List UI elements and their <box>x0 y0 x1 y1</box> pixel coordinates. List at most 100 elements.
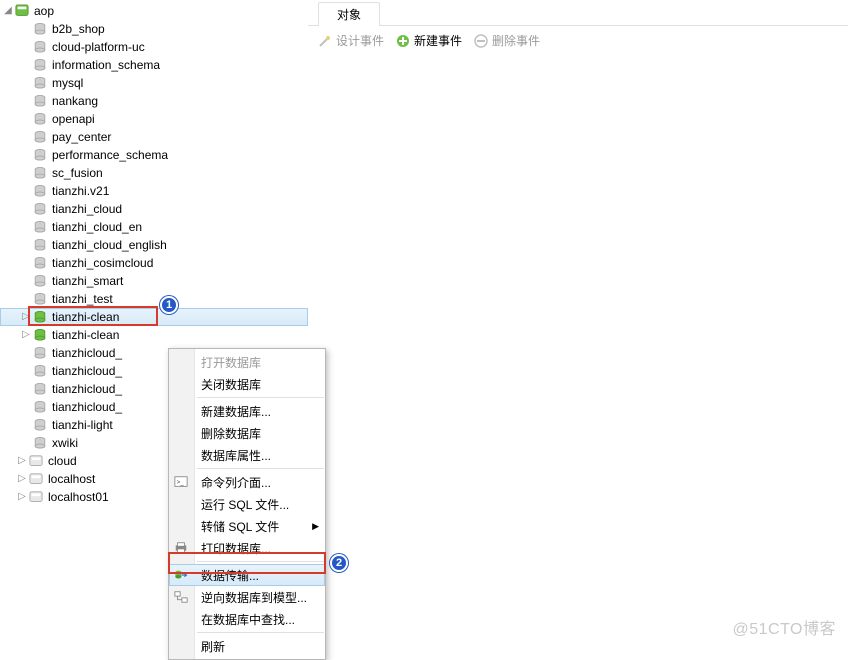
menu-close-database[interactable]: 关闭数据库 <box>169 373 325 395</box>
menu-item-label: 新建数据库... <box>201 403 271 420</box>
database-icon <box>32 130 48 144</box>
tab-objects[interactable]: 对象 <box>318 2 380 26</box>
database-node[interactable]: performance_schema <box>0 146 308 164</box>
database-icon <box>32 400 48 414</box>
database-node[interactable]: sc_fusion <box>0 164 308 182</box>
database-node[interactable]: tianzhi_cloud_english <box>0 236 308 254</box>
database-icon <box>32 346 48 360</box>
menu-item-label: 数据库属性... <box>201 447 271 464</box>
menu-find-in-database[interactable]: 在数据库中查找... <box>169 608 325 630</box>
expand-arrow-icon: ▷ <box>20 326 32 344</box>
connection-icon <box>28 472 44 486</box>
menu-item-label: 命令列介面... <box>201 474 271 491</box>
menu-reverse-to-model[interactable]: 逆向数据库到模型... <box>169 586 325 608</box>
database-icon <box>32 112 48 126</box>
expand-arrow-icon: ▷ <box>16 470 28 488</box>
database-icon <box>32 364 48 378</box>
tab-label: 对象 <box>337 8 361 22</box>
database-node[interactable]: tianzhi_smart <box>0 272 308 290</box>
database-icon <box>32 220 48 234</box>
database-icon <box>32 238 48 252</box>
database-node[interactable]: tianzhi_cloud_en <box>0 218 308 236</box>
database-label: pay_center <box>52 128 111 146</box>
menu-run-sql-file[interactable]: 运行 SQL 文件... <box>169 493 325 515</box>
database-label: tianzhi-clean <box>52 308 119 326</box>
database-label: tianzhi_smart <box>52 272 123 290</box>
menu-database-properties[interactable]: 数据库属性... <box>169 444 325 466</box>
database-node[interactable]: mysql <box>0 74 308 92</box>
database-node[interactable]: cloud-platform-uc <box>0 38 308 56</box>
menu-item-label: 逆向数据库到模型... <box>201 589 307 606</box>
toolbar-item-label: 设计事件 <box>336 32 384 49</box>
database-label: xwiki <box>52 434 78 452</box>
menu-item-label: 转储 SQL 文件 <box>201 518 279 535</box>
database-label: performance_schema <box>52 146 168 164</box>
database-icon <box>32 148 48 162</box>
connection-label: aop <box>34 2 54 20</box>
database-icon <box>32 292 48 306</box>
database-icon <box>32 184 48 198</box>
database-node[interactable]: nankang <box>0 92 308 110</box>
database-node[interactable]: tianzhi_cosimcloud <box>0 254 308 272</box>
database-node[interactable]: pay_center <box>0 128 308 146</box>
database-label: nankang <box>52 92 98 110</box>
expand-arrow-icon: ▷ <box>16 452 28 470</box>
database-icon <box>32 418 48 432</box>
database-context-menu: 打开数据库 关闭数据库 新建数据库... 删除数据库 数据库属性... >_ 命… <box>168 348 326 660</box>
database-node[interactable]: tianzhi_test <box>0 290 308 308</box>
menu-dump-sql-file[interactable]: 转储 SQL 文件 ▶ <box>169 515 325 537</box>
database-node[interactable]: openapi <box>0 110 308 128</box>
database-label: cloud-platform-uc <box>52 38 145 56</box>
database-label: tianzhi_cosimcloud <box>52 254 153 272</box>
database-icon <box>32 22 48 36</box>
database-label: tianzhi_test <box>52 290 113 308</box>
menu-refresh[interactable]: 刷新 <box>169 635 325 657</box>
menu-open-database[interactable]: 打开数据库 <box>169 351 325 373</box>
connection-tree: ◢ aop b2b_shopcloud-platform-ucinformati… <box>0 0 308 649</box>
svg-text:>_: >_ <box>177 479 185 486</box>
wand-icon <box>318 34 332 48</box>
toolbar-delete-event[interactable]: 删除事件 <box>474 32 540 49</box>
menu-separator <box>197 468 324 469</box>
data-transfer-icon <box>173 567 189 583</box>
object-tab-bar: 对象 <box>308 0 848 26</box>
menu-item-label: 打开数据库 <box>201 354 261 371</box>
menu-print-database[interactable]: 打印数据库... <box>169 537 325 559</box>
menu-separator <box>197 397 324 398</box>
database-icon <box>32 76 48 90</box>
menu-drop-database[interactable]: 删除数据库 <box>169 422 325 444</box>
database-label: openapi <box>52 110 95 128</box>
main-panel: 对象 设计事件 新建事件 删除事件 <box>308 0 848 649</box>
database-label: tianzhi-light <box>52 416 113 434</box>
database-node[interactable]: ▷tianzhi-clean <box>0 326 308 344</box>
database-label: information_schema <box>52 56 160 74</box>
database-node[interactable]: tianzhi.v21 <box>0 182 308 200</box>
database-icon <box>32 94 48 108</box>
plus-circle-icon <box>396 34 410 48</box>
database-node[interactable]: ▷tianzhi-clean <box>0 308 308 326</box>
database-node[interactable]: b2b_shop <box>0 20 308 38</box>
database-icon <box>32 40 48 54</box>
menu-separator <box>197 632 324 633</box>
database-label: tianzhi_cloud_en <box>52 218 142 236</box>
database-node[interactable]: tianzhi_cloud <box>0 200 308 218</box>
database-label: b2b_shop <box>52 20 105 38</box>
connection-icon <box>14 4 30 18</box>
object-toolbar: 设计事件 新建事件 删除事件 <box>308 26 848 55</box>
menu-separator <box>197 561 324 562</box>
connection-node-aop[interactable]: ◢ aop <box>0 2 308 20</box>
database-icon <box>32 202 48 216</box>
toolbar-new-event[interactable]: 新建事件 <box>396 32 462 49</box>
database-icon <box>32 274 48 288</box>
database-icon <box>32 382 48 396</box>
database-icon <box>32 436 48 450</box>
menu-command-interface[interactable]: >_ 命令列介面... <box>169 471 325 493</box>
menu-item-label: 在数据库中查找... <box>201 611 295 628</box>
menu-data-transfer[interactable]: 数据传输... <box>169 564 325 586</box>
database-node[interactable]: information_schema <box>0 56 308 74</box>
connection-label: cloud <box>48 452 77 470</box>
menu-new-database[interactable]: 新建数据库... <box>169 400 325 422</box>
menu-item-label: 打印数据库... <box>201 540 271 557</box>
printer-icon <box>173 540 189 556</box>
toolbar-design-event[interactable]: 设计事件 <box>318 32 384 49</box>
